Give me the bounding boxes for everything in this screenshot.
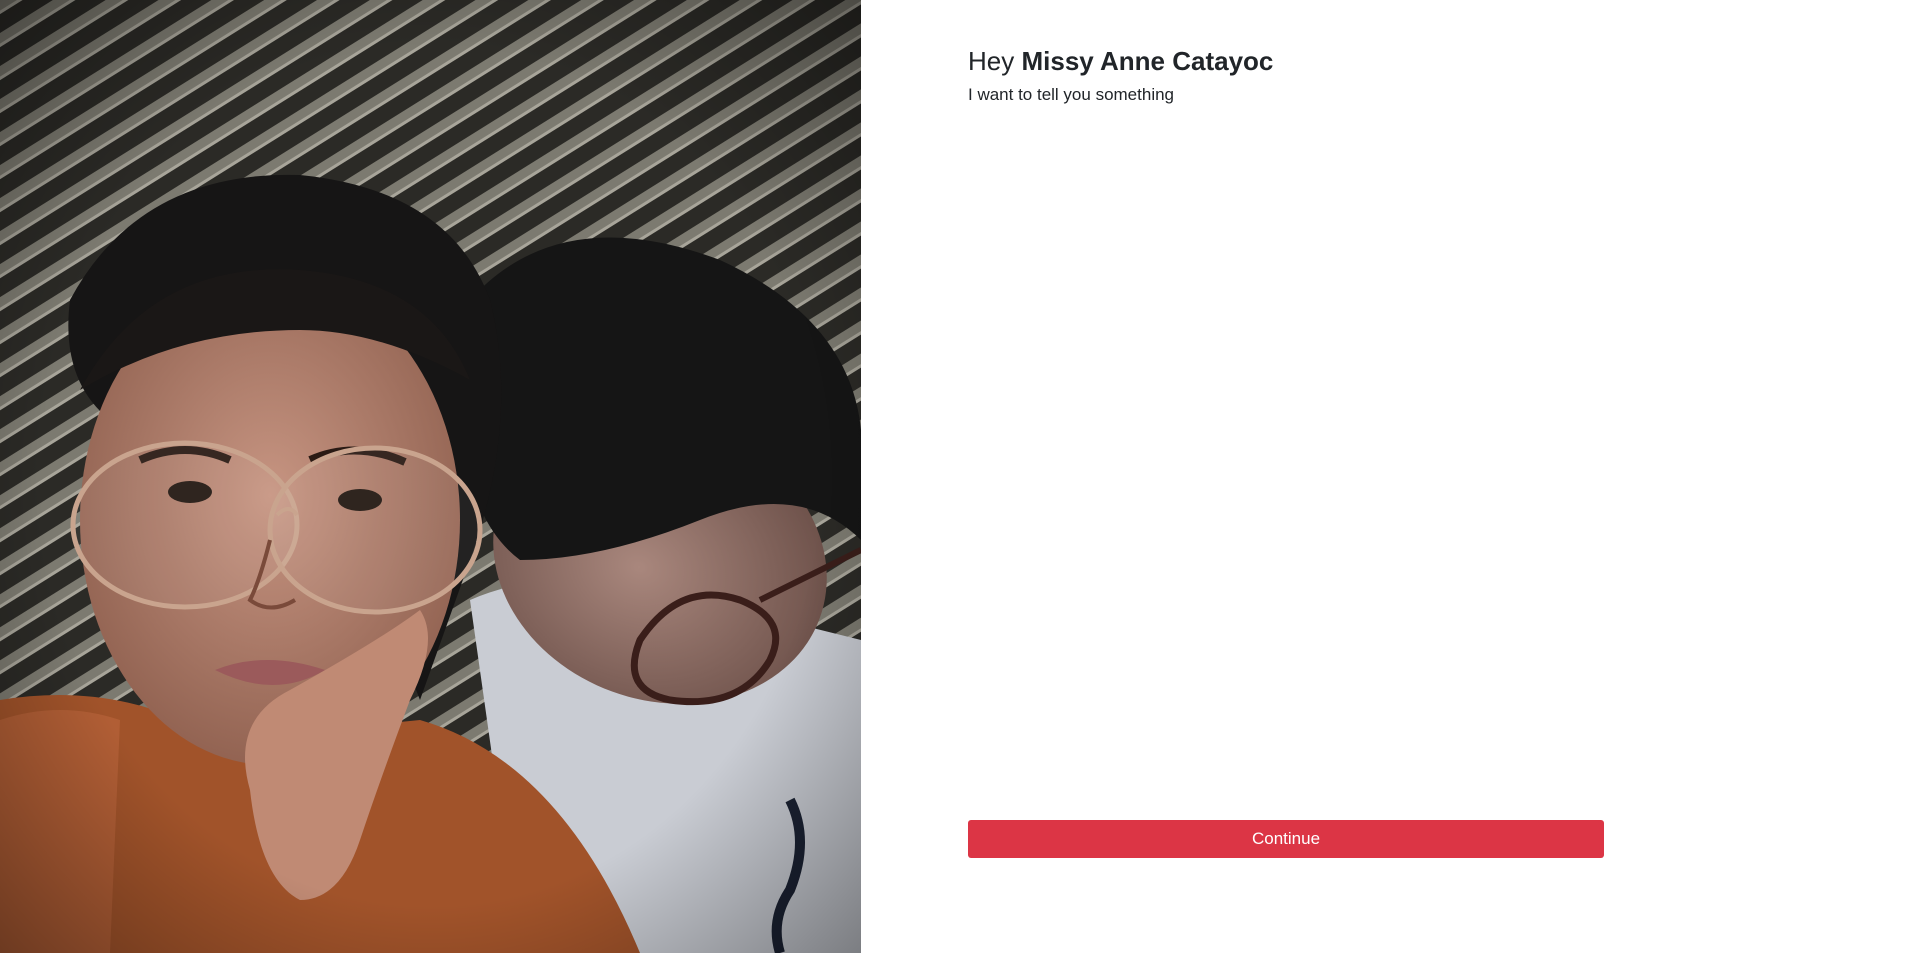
recipient-name: Missy Anne Catayoc [1021,46,1274,76]
content-panel: Hey Missy Anne Catayoc I want to tell yo… [861,0,1916,953]
greeting-prefix: Hey [968,46,1015,76]
greeting-heading: Hey Missy Anne Catayoc [968,44,1273,78]
couple-photo [0,0,861,953]
photo-image [0,0,861,953]
subtitle-text: I want to tell you something [968,85,1175,104]
continue-button[interactable]: Continue [968,820,1604,858]
page: Hey Missy Anne Catayoc I want to tell yo… [0,0,1916,953]
